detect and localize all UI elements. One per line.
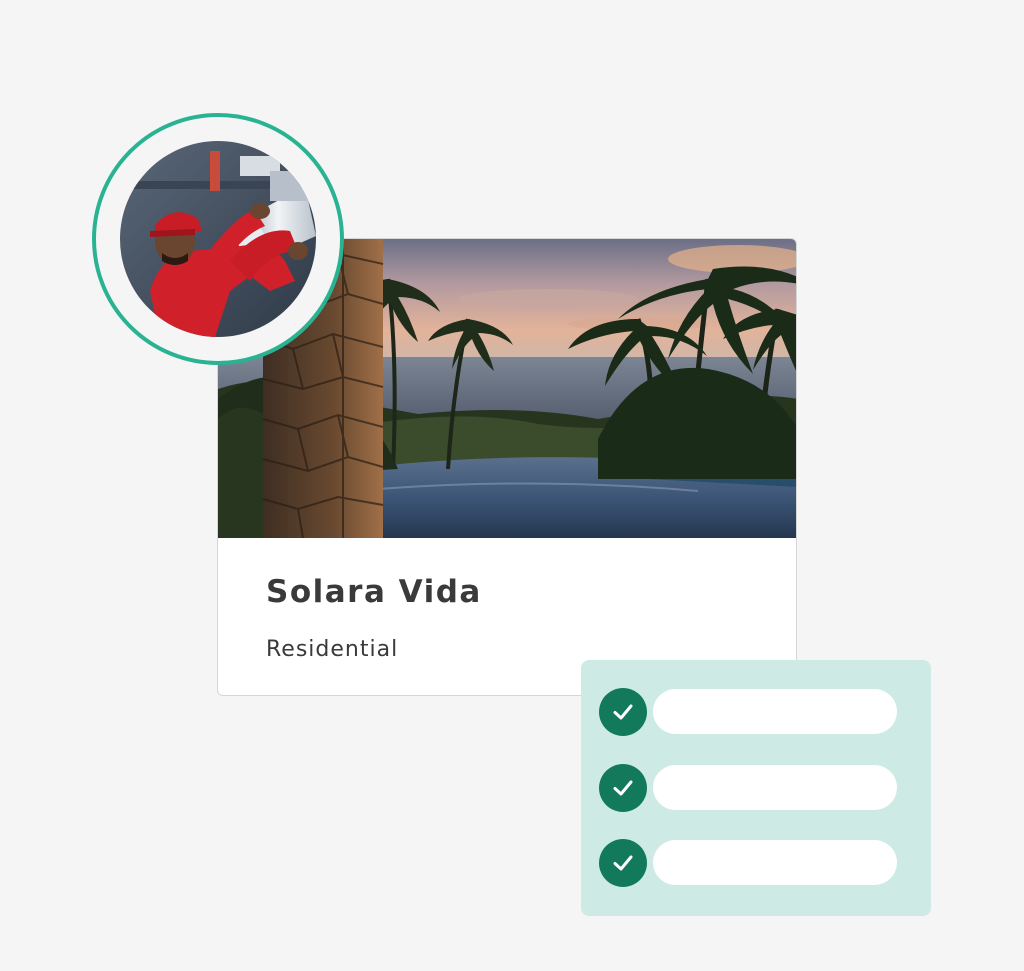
checklist-panel	[581, 660, 931, 916]
checklist-item[interactable]	[599, 688, 899, 736]
check-icon	[599, 764, 647, 812]
checklist-item[interactable]	[599, 764, 899, 812]
avatar	[120, 141, 316, 337]
checklist-item-bar	[653, 689, 897, 734]
checklist-item[interactable]	[599, 839, 899, 887]
property-category: Residential	[266, 637, 399, 662]
check-icon	[599, 839, 647, 887]
avatar-ring	[92, 113, 344, 365]
property-title: Solara Vida	[266, 574, 482, 610]
check-icon	[599, 688, 647, 736]
checklist-item-bar	[653, 840, 897, 885]
checklist-item-bar	[653, 765, 897, 810]
